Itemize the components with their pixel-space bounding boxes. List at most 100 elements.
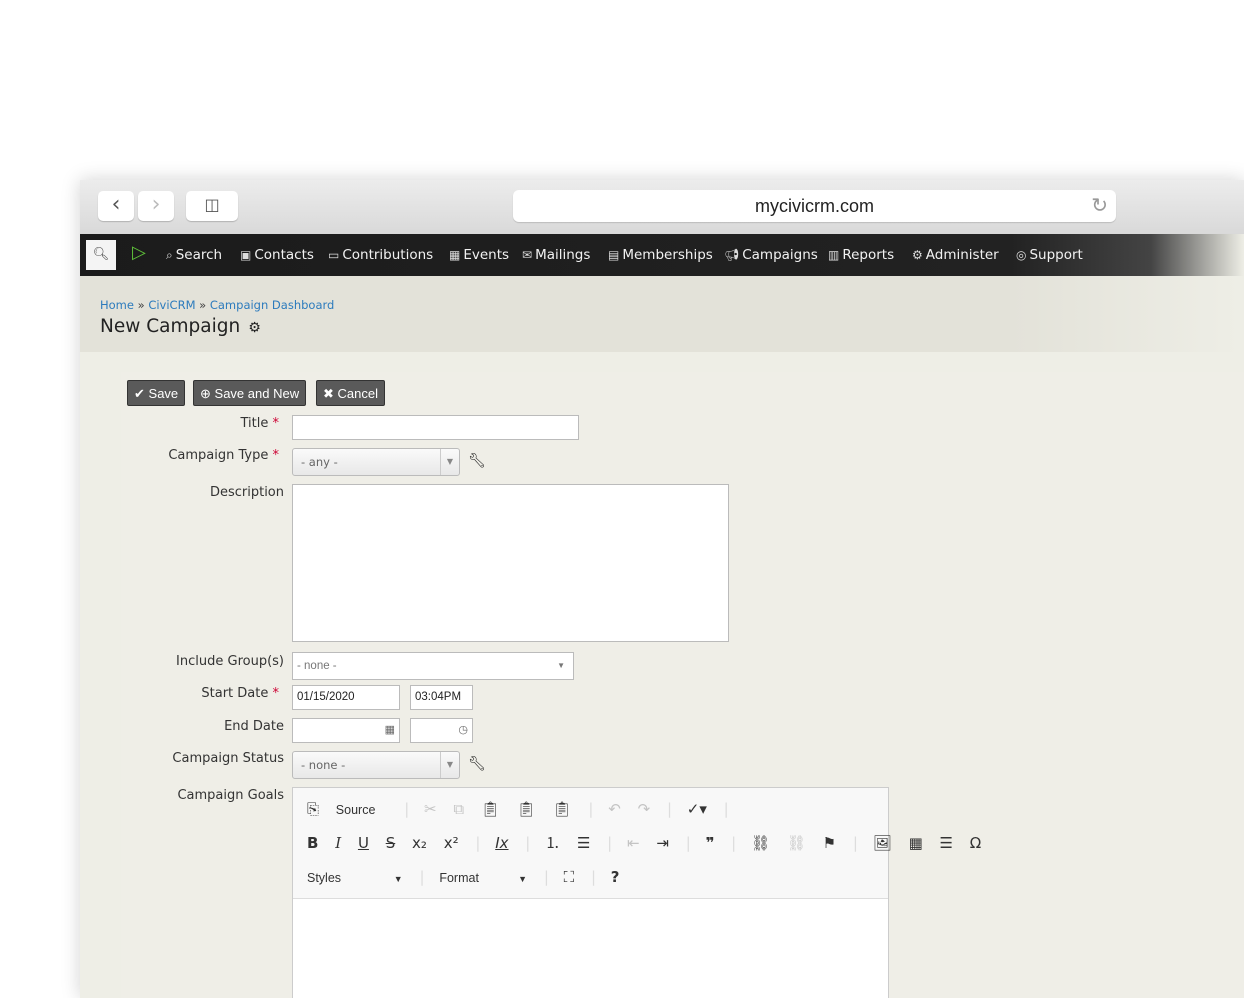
life-ring-icon: ◎ bbox=[1016, 248, 1027, 262]
menu-events[interactable]: ▦ Events bbox=[449, 234, 509, 276]
save-and-new-button[interactable]: ⊕ Save and New bbox=[193, 380, 307, 406]
editor-toolbar-row-1: ⎘ Source | ✂ ⧉ 📋︎ 📋︎ 📋︎ | ↶ ↷ | ✓▾ | bbox=[307, 796, 739, 822]
include-groups-select[interactable]: - none - ▼ bbox=[292, 652, 574, 680]
menu-administer[interactable]: ⚙ Administer bbox=[912, 234, 999, 276]
underline-icon[interactable]: U bbox=[358, 830, 369, 856]
blockquote-icon[interactable]: ❞ bbox=[706, 830, 715, 856]
start-date-input[interactable]: 01/15/2020 bbox=[292, 685, 400, 710]
description-label: Description bbox=[209, 485, 284, 500]
maximize-icon[interactable]: ⛶ bbox=[564, 864, 575, 890]
strikethrough-icon[interactable]: S bbox=[386, 830, 396, 856]
menu-campaigns[interactable]: 📢︎ Campaigns bbox=[724, 234, 818, 276]
toolbar-separator: | bbox=[723, 800, 729, 818]
quicksearch-button[interactable]: 🔍︎ bbox=[86, 240, 116, 270]
start-time-input[interactable]: 03:04PM bbox=[410, 685, 473, 710]
menu-mailings[interactable]: ✉ Mailings bbox=[522, 234, 590, 276]
description-textarea[interactable] bbox=[292, 484, 729, 642]
title-input[interactable] bbox=[292, 415, 579, 440]
bulleted-list-icon[interactable]: ☰ bbox=[577, 830, 590, 856]
special-character-icon[interactable]: Ω bbox=[970, 830, 981, 856]
breadcrumb-civicrm[interactable]: CiviCRM bbox=[148, 298, 195, 312]
remove-format-icon[interactable]: Ix bbox=[495, 830, 508, 856]
menu-contacts[interactable]: ▣ Contacts bbox=[240, 234, 314, 276]
gears-icon: ⚙ bbox=[912, 248, 923, 262]
link-icon[interactable]: ⛓ bbox=[751, 830, 770, 856]
styles-dropdown[interactable]: Styles bbox=[307, 865, 377, 891]
chevron-down-icon: ▼ bbox=[557, 661, 565, 670]
end-time-input[interactable]: ◷ bbox=[410, 718, 473, 743]
rich-text-editor[interactable]: ⎘ Source | ✂ ⧉ 📋︎ 📋︎ 📋︎ | ↶ ↷ | ✓▾ | B I… bbox=[292, 787, 981, 998]
close-icon: ✖ bbox=[323, 386, 334, 401]
wrench-icon[interactable]: 🔧︎ bbox=[468, 756, 486, 772]
indent-icon[interactable]: ⇥ bbox=[656, 830, 669, 856]
undo-icon[interactable]: ↶ bbox=[608, 796, 621, 822]
help-icon[interactable]: ? bbox=[611, 864, 620, 890]
reload-icon[interactable]: ↻ bbox=[1091, 190, 1108, 222]
browser-toolbar: ‹ › ◫ mycivicrm.com ↻ bbox=[80, 180, 1244, 235]
sidebar-toggle-button[interactable]: ◫ bbox=[186, 191, 238, 221]
start-date-label: Start Date * bbox=[201, 686, 279, 701]
anchor-flag-icon[interactable]: ⚑ bbox=[823, 830, 836, 856]
paste-word-icon[interactable]: 📋︎ bbox=[553, 796, 572, 822]
editor-content-area[interactable] bbox=[293, 899, 888, 998]
end-date-label: End Date bbox=[224, 719, 284, 734]
wrench-icon[interactable]: 🔧︎ bbox=[468, 453, 486, 469]
menu-search[interactable]: ⌕ Search bbox=[166, 234, 222, 276]
campaign-type-select[interactable]: - any - ▼ bbox=[292, 448, 460, 476]
editor-toolbar-row-2: B I U S x₂ x² | Ix | ⒈ ☰ | ⇤ ⇥ | ❞ | ⛓ ⛓… bbox=[307, 830, 993, 856]
clock-icon[interactable]: ◷ bbox=[458, 719, 468, 741]
civicrm-logo-icon[interactable]: ▷ bbox=[132, 242, 146, 263]
calendar-icon[interactable]: ▦ bbox=[385, 719, 395, 741]
bar-chart-icon: ▥ bbox=[828, 248, 840, 262]
menu-contributions[interactable]: ▭ Contributions bbox=[328, 234, 433, 276]
superscript-icon[interactable]: x² bbox=[444, 830, 459, 856]
table-icon[interactable]: ▦ bbox=[909, 830, 923, 856]
breadcrumb-campaign-dashboard[interactable]: Campaign Dashboard bbox=[210, 298, 334, 312]
breadcrumb-home[interactable]: Home bbox=[100, 298, 134, 312]
menu-support[interactable]: ◎ Support bbox=[1016, 234, 1083, 276]
cancel-button[interactable]: ✖ Cancel bbox=[316, 380, 385, 406]
source-icon: ⎘ bbox=[307, 800, 320, 818]
breadcrumb-separator: » bbox=[199, 298, 207, 312]
end-date-input[interactable]: ▦ bbox=[292, 718, 400, 743]
check-icon: ✔ bbox=[134, 386, 145, 401]
toolbar-separator: | bbox=[419, 868, 425, 886]
image-icon[interactable]: 🖼︎ bbox=[873, 830, 892, 856]
campaign-goals-label: Campaign Goals bbox=[177, 788, 284, 803]
chevron-down-icon: ▼ bbox=[393, 874, 403, 884]
subscript-icon[interactable]: x₂ bbox=[412, 830, 427, 856]
paste-icon[interactable]: 📋︎ bbox=[481, 796, 500, 822]
copy-icon[interactable]: ⧉ bbox=[453, 796, 464, 822]
forward-button[interactable]: › bbox=[138, 191, 174, 221]
campaign-status-select[interactable]: - none - ▼ bbox=[292, 751, 460, 779]
page-title: New Campaign ⚙ bbox=[100, 316, 261, 337]
source-button[interactable]: ⎘ Source bbox=[307, 796, 387, 823]
back-button[interactable]: ‹ bbox=[98, 191, 134, 221]
menu-memberships[interactable]: ▤ Memberships bbox=[608, 234, 713, 276]
toolbar-separator: | bbox=[525, 834, 531, 852]
save-button[interactable]: ✔ Save bbox=[127, 380, 186, 406]
menu-reports[interactable]: ▥ Reports bbox=[828, 234, 894, 276]
toolbar-separator: | bbox=[731, 834, 737, 852]
settings-gear-icon[interactable]: ⚙ bbox=[248, 320, 261, 336]
credit-card-icon: ▭ bbox=[328, 248, 340, 262]
format-dropdown[interactable]: Format bbox=[439, 865, 501, 891]
horizontal-rule-icon[interactable]: ☰ bbox=[940, 830, 953, 856]
outdent-icon[interactable]: ⇤ bbox=[627, 830, 640, 856]
browser-window: ‹ › ◫ mycivicrm.com ↻ 🔍︎ ▷ ⌕ Search ▣ Cont… bbox=[80, 180, 1244, 998]
toolbar-separator: | bbox=[543, 868, 549, 886]
sidebar-icon: ◫ bbox=[204, 195, 220, 214]
search-icon: 🔍︎ bbox=[92, 247, 110, 262]
toolbar-separator: | bbox=[666, 800, 672, 818]
numbered-list-icon[interactable]: ⒈ bbox=[545, 830, 560, 856]
address-text: mycivicrm.com bbox=[755, 196, 874, 216]
address-bar[interactable]: mycivicrm.com ↻ bbox=[513, 190, 1116, 222]
cut-icon[interactable]: ✂ bbox=[424, 796, 437, 822]
calendar-icon: ▦ bbox=[449, 248, 461, 262]
unlink-icon[interactable]: ⛓ bbox=[787, 830, 806, 856]
paste-text-icon[interactable]: 📋︎ bbox=[517, 796, 536, 822]
italic-icon[interactable]: I bbox=[335, 830, 341, 856]
redo-icon[interactable]: ↷ bbox=[638, 796, 651, 822]
spellcheck-icon[interactable]: ✓▾ bbox=[687, 796, 707, 822]
bold-icon[interactable]: B bbox=[307, 830, 318, 856]
